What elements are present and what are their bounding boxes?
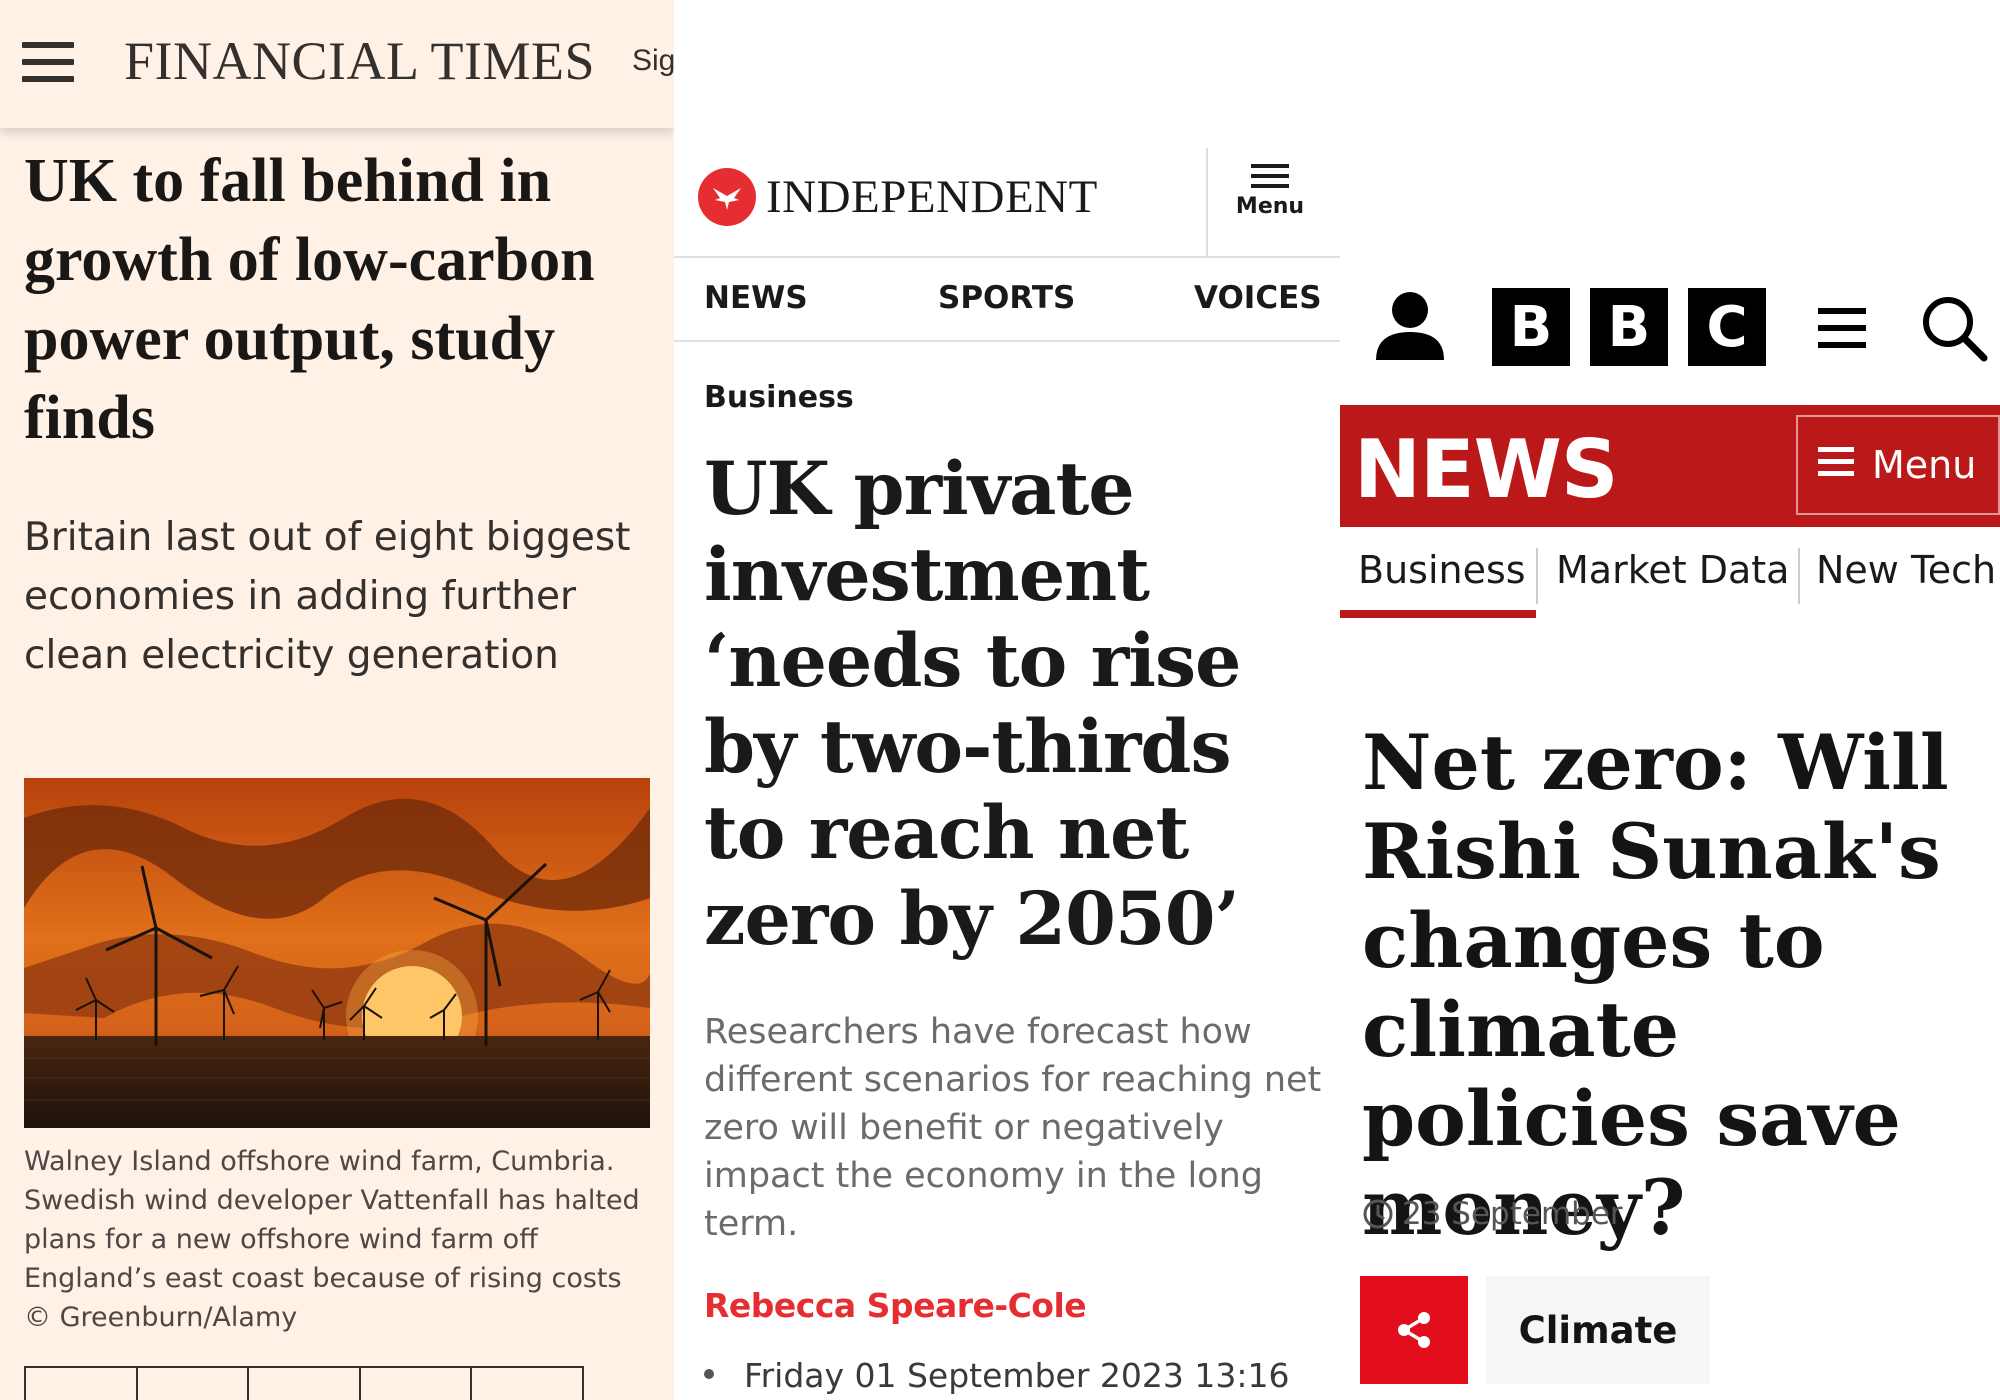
ft-header: FINANCIAL TIMES Sig — [0, 0, 674, 128]
share-button[interactable] — [1360, 1276, 1468, 1384]
news-menu-button[interactable]: Menu — [1796, 415, 2000, 515]
article-headline: UK private investment ‘needs to rise by … — [704, 446, 1242, 962]
date-text: Friday 01 September 2023 13:16 — [744, 1356, 1290, 1395]
share-icon — [1398, 1312, 1430, 1348]
image-caption: Walney Island offshore wind farm, Cumbri… — [24, 1146, 640, 1333]
facebook-icon[interactable] — [138, 1368, 250, 1400]
article-standfirst: Britain last out of eight biggest econom… — [24, 515, 631, 678]
sign-in-link[interactable]: Sig — [632, 44, 674, 78]
menu-label: Menu — [1235, 194, 1305, 219]
whatsapp-icon[interactable] — [361, 1368, 473, 1400]
menu-label: Menu — [1872, 443, 1977, 487]
account-icon[interactable] — [1372, 288, 1448, 364]
author-link[interactable]: Rebecca Speare-Cole — [704, 1286, 1087, 1325]
independent-article-panel: INDEPENDENT Menu NEWS SPORTS VOICES Busi… — [674, 0, 1340, 1400]
bbc-logo-block: B — [1492, 288, 1570, 366]
hamburger-menu-icon — [1251, 164, 1289, 188]
publish-date: Friday 01 September 2023 13:16 — [704, 1356, 1289, 1395]
x-icon[interactable] — [26, 1368, 138, 1400]
clock-icon — [1363, 1199, 1393, 1229]
ft-article-panel: FINANCIAL TIMES Sig UK to fall behind in… — [0, 0, 674, 1400]
article-headline: UK to fall behind in growth of low-carbo… — [24, 147, 595, 452]
top-navigation: NEWS SPORTS VOICES — [674, 256, 1340, 342]
menu-button[interactable]: Menu — [1222, 164, 1318, 219]
independent-wordmark: INDEPENDENT — [766, 171, 1098, 223]
nav-item-news[interactable]: NEWS — [704, 280, 808, 316]
bbc-logo-block: B — [1590, 288, 1668, 366]
bbc-logo-block: C — [1688, 288, 1766, 366]
independent-logo[interactable]: INDEPENDENT — [698, 168, 1098, 226]
subnav-item-market-data[interactable]: Market Data — [1556, 548, 1789, 592]
search-icon[interactable] — [1920, 294, 1990, 364]
news-wordmark[interactable]: NEWS — [1354, 423, 1618, 516]
article-subheadline: Researchers have forecast how different … — [704, 1012, 1322, 1244]
subnav-item-new-tech[interactable]: New Tech — [1816, 548, 1996, 592]
bbc-logo[interactable]: B B C — [1492, 288, 1766, 366]
hamburger-menu-icon[interactable] — [22, 42, 74, 82]
linkedin-icon[interactable] — [249, 1368, 361, 1400]
nav-item-sports[interactable]: SPORTS — [938, 280, 1075, 316]
bookmark-icon[interactable] — [472, 1368, 582, 1400]
eagle-logo-icon — [698, 168, 756, 226]
topic-tag-climate[interactable]: Climate — [1486, 1276, 1710, 1384]
hamburger-menu-icon[interactable] — [1818, 308, 1866, 359]
subnav-item-business[interactable]: Business — [1358, 548, 1526, 592]
active-tab-indicator — [1340, 610, 1536, 618]
article-headline: Net zero: Will Rishi Sunak's changes to … — [1362, 718, 1949, 1252]
hamburger-menu-icon — [1818, 447, 1854, 483]
nav-item-voices[interactable]: VOICES — [1194, 280, 1322, 316]
section-subnav: Business Market Data New Tech — [1340, 540, 2000, 620]
bullet-icon — [704, 1368, 714, 1379]
date-text: 23 September — [1402, 1196, 1623, 1232]
subnav-separator — [1798, 548, 1800, 604]
news-banner: NEWS Menu — [1340, 405, 2000, 527]
menu-divider — [1206, 148, 1208, 258]
section-label[interactable]: Business — [704, 380, 854, 415]
wind-farm-sunset-image — [24, 778, 650, 1128]
publish-date: 23 September — [1362, 1196, 1623, 1232]
ft-logo[interactable]: FINANCIAL TIMES — [124, 30, 595, 92]
share-toolbar — [24, 1366, 584, 1400]
subnav-separator — [1536, 548, 1538, 604]
bbc-article-panel: B B C NEWS Menu Business Market Data New… — [1340, 0, 2000, 1400]
